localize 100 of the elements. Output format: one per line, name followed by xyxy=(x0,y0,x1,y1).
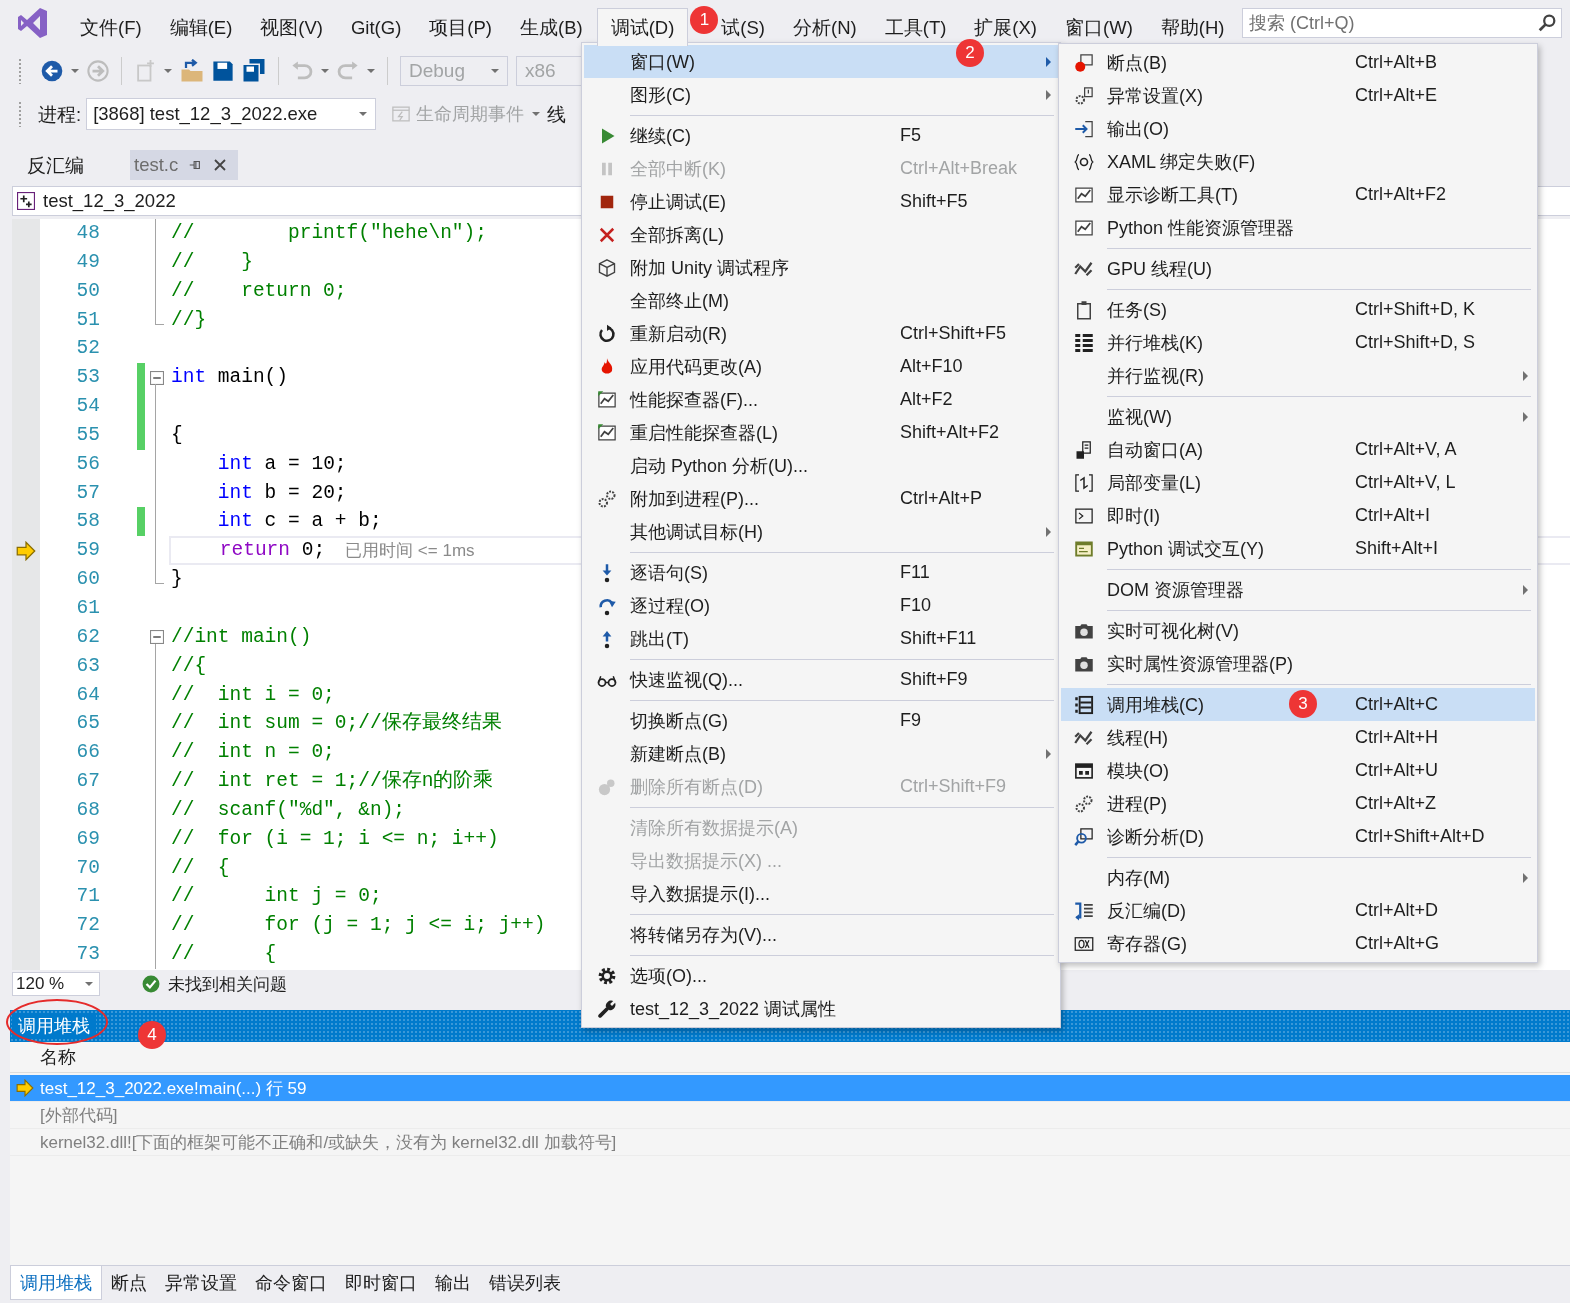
menu-item[interactable]: 全部拆离(L) xyxy=(584,218,1058,251)
menu-item[interactable]: 内存(M) xyxy=(1061,861,1535,894)
line-number: 55 xyxy=(75,422,100,448)
menu-item[interactable]: 寄存器(G) Ctrl+Alt+G xyxy=(1061,927,1535,960)
menu-item[interactable]: 快速监视(Q)... Shift+F9 xyxy=(584,663,1058,696)
menu-item[interactable]: DOM 资源管理器 xyxy=(1061,573,1535,606)
menu-item[interactable]: 重启性能探查器(L) Shift+Alt+F2 xyxy=(584,416,1058,449)
menu-item[interactable]: 附加到进程(P)... Ctrl+Alt+P xyxy=(584,482,1058,515)
menu-item[interactable]: 继续(C) F5 xyxy=(584,119,1058,152)
menu-item[interactable]: 窗口(W) xyxy=(1051,8,1147,46)
menu-item[interactable]: test_12_3_2022 调试属性 xyxy=(584,992,1058,1025)
menu-item[interactable]: 并行堆栈(K) Ctrl+Shift+D, S xyxy=(1061,326,1535,359)
menu-item[interactable]: 自动窗口(A) Ctrl+Alt+V, A xyxy=(1061,433,1535,466)
menu-item[interactable]: 其他调试目标(H) xyxy=(584,515,1058,548)
menu-item[interactable]: 性能探查器(F)... Alt+F2 xyxy=(584,383,1058,416)
menu-item[interactable]: 图形(C) xyxy=(584,78,1058,111)
gears-icon xyxy=(597,488,617,509)
code-line: int a = 10; xyxy=(216,451,347,477)
menu-item[interactable]: 异常设置(X) Ctrl+Alt+E xyxy=(1061,79,1535,112)
menu-item[interactable]: 局部变量(L) Ctrl+Alt+V, L xyxy=(1061,466,1535,499)
panel-tab[interactable]: 命令窗口 xyxy=(246,1266,336,1300)
code-line: int c = a + b; xyxy=(216,509,382,535)
save-all-icon[interactable] xyxy=(242,58,266,83)
close-icon[interactable] xyxy=(212,157,229,173)
menu-item[interactable]: 监视(W) xyxy=(1061,400,1535,433)
menu-item[interactable]: 逐过程(O) F10 xyxy=(584,589,1058,622)
menu-item[interactable]: 帮助(H) xyxy=(1146,8,1239,46)
menu-item[interactable]: 输出(O) xyxy=(1061,112,1535,145)
scope-label[interactable]: test_12_3_2022 xyxy=(43,190,176,212)
menu-item[interactable]: 全部终止(M) xyxy=(584,284,1058,317)
keyboard-shortcut: Alt+F2 xyxy=(900,389,953,409)
folder-icon[interactable] xyxy=(180,58,204,83)
logo-icon[interactable] xyxy=(17,7,49,39)
menu-item[interactable]: GPU 线程(U) xyxy=(1061,252,1535,285)
panel-tab[interactable]: 错误列表 xyxy=(480,1266,570,1300)
caret-icon[interactable] xyxy=(164,68,172,73)
menu-item[interactable]: 进程(P) Ctrl+Alt+Z xyxy=(1061,787,1535,820)
menu-item[interactable]: 并行监视(R) xyxy=(1061,359,1535,392)
panel-tab[interactable]: 断点 xyxy=(102,1266,156,1300)
panel-tab[interactable]: 调用堆栈 xyxy=(10,1266,102,1300)
panel-tab[interactable]: 即时窗口 xyxy=(336,1266,426,1300)
caret-icon[interactable] xyxy=(367,68,375,73)
caret-icon[interactable] xyxy=(491,68,499,73)
menu-item[interactable]: 调试(D) xyxy=(596,8,689,46)
menu-item[interactable]: 将转储另存为(V)... xyxy=(584,918,1058,951)
menu-item[interactable]: 模块(O) Ctrl+Alt+U xyxy=(1061,754,1535,787)
menu-item[interactable]: Python 调试交互(Y) Shift+Alt+I xyxy=(1061,532,1535,565)
call-stack-row[interactable]: [外部代码] xyxy=(10,1102,1570,1129)
menu-item[interactable]: 反汇编(D) Ctrl+Alt+D xyxy=(1061,894,1535,927)
menu-item[interactable]: 停止调试(E) Shift+F5 xyxy=(584,185,1058,218)
menu-item[interactable]: 显示诊断工具(T) Ctrl+Alt+F2 xyxy=(1061,178,1535,211)
line-number: 48 xyxy=(75,221,100,246)
pin-icon[interactable] xyxy=(188,158,203,172)
menu-item[interactable]: Python 性能资源管理器 xyxy=(1061,211,1535,244)
back-icon[interactable] xyxy=(41,59,63,82)
caret-icon[interactable] xyxy=(85,982,93,986)
menu-item[interactable]: 试(S) xyxy=(718,8,780,46)
menu-item[interactable]: XAML 绑定失败(F) xyxy=(1061,145,1535,178)
document-tab[interactable]: test.c xyxy=(130,150,239,180)
menu-item[interactable]: 分析(N) xyxy=(779,8,871,46)
menu-item[interactable]: 导入数据提示(I)... xyxy=(584,877,1058,910)
menu-item[interactable]: 逐语句(S) F11 xyxy=(584,556,1058,589)
menu-item[interactable]: 跳出(T) Shift+F11 xyxy=(584,622,1058,655)
menu-item[interactable]: 实时可视化树(V) xyxy=(1061,614,1535,647)
caret-icon[interactable] xyxy=(71,68,79,73)
collapse-icon[interactable] xyxy=(150,630,164,645)
panel-tab[interactable]: 异常设置 xyxy=(156,1266,246,1300)
menu-item[interactable]: 生成(B) xyxy=(506,8,597,46)
caret-icon[interactable] xyxy=(321,68,329,73)
menu-item[interactable]: 启动 Python 分析(U)... xyxy=(584,449,1058,482)
menu-item[interactable]: 项目(P) xyxy=(415,8,506,46)
keyboard-shortcut: Ctrl+Shift+D, K xyxy=(1355,299,1476,319)
zoom-dropdown[interactable]: 120 % xyxy=(12,972,100,996)
call-stack-row[interactable]: kernel32.dll![下面的框架可能不正确和/或缺失，没有为 kernel32.dll 加载符号] xyxy=(10,1129,1570,1156)
menu-item[interactable]: 应用代码更改(A) Alt+F10 xyxy=(584,350,1058,383)
code-line: //} xyxy=(170,307,207,333)
menu-item[interactable]: 线程(H) Ctrl+Alt+H xyxy=(1061,721,1535,754)
keyboard-shortcut: Ctrl+Alt+U xyxy=(1355,760,1439,780)
process-dropdown[interactable]: [3868] test_12_3_2022.exe xyxy=(86,98,377,130)
menu-item[interactable]: 新建断点(B) xyxy=(584,737,1058,770)
menu-item[interactable]: 诊断分析(D) Ctrl+Shift+Alt+D xyxy=(1061,820,1535,853)
menu-item[interactable]: 附加 Unity 调试程序 xyxy=(584,251,1058,284)
menu-item[interactable]: 切换断点(G) F9 xyxy=(584,704,1058,737)
menu-item[interactable]: 断点(B) Ctrl+Alt+B xyxy=(1061,46,1535,79)
caret-icon[interactable] xyxy=(359,112,368,116)
menu-item[interactable]: 任务(S) Ctrl+Shift+D, K xyxy=(1061,293,1535,326)
save-icon[interactable] xyxy=(212,59,234,82)
menu-item[interactable]: 编辑(E) xyxy=(155,8,247,46)
menu-item[interactable]: 实时属性资源管理器(P) xyxy=(1061,647,1535,680)
document-tab[interactable]: 反汇编 xyxy=(19,150,92,180)
panel-tab[interactable]: 输出 xyxy=(426,1266,480,1300)
menu-item[interactable]: Git(G) xyxy=(336,8,416,46)
menu-item[interactable]: 重新启动(R) Ctrl+Shift+F5 xyxy=(584,317,1058,350)
caret-icon[interactable] xyxy=(532,112,541,116)
menu-item[interactable]: 即时(I) Ctrl+Alt+I xyxy=(1061,499,1535,532)
menu-item[interactable]: 视图(V) xyxy=(246,8,337,46)
menu-item[interactable]: 选项(O)... xyxy=(584,959,1058,992)
collapse-icon[interactable] xyxy=(150,370,164,385)
menu-item[interactable]: 文件(F) xyxy=(66,8,156,46)
search-field[interactable]: 搜索 (Ctrl+Q) xyxy=(1242,8,1562,38)
